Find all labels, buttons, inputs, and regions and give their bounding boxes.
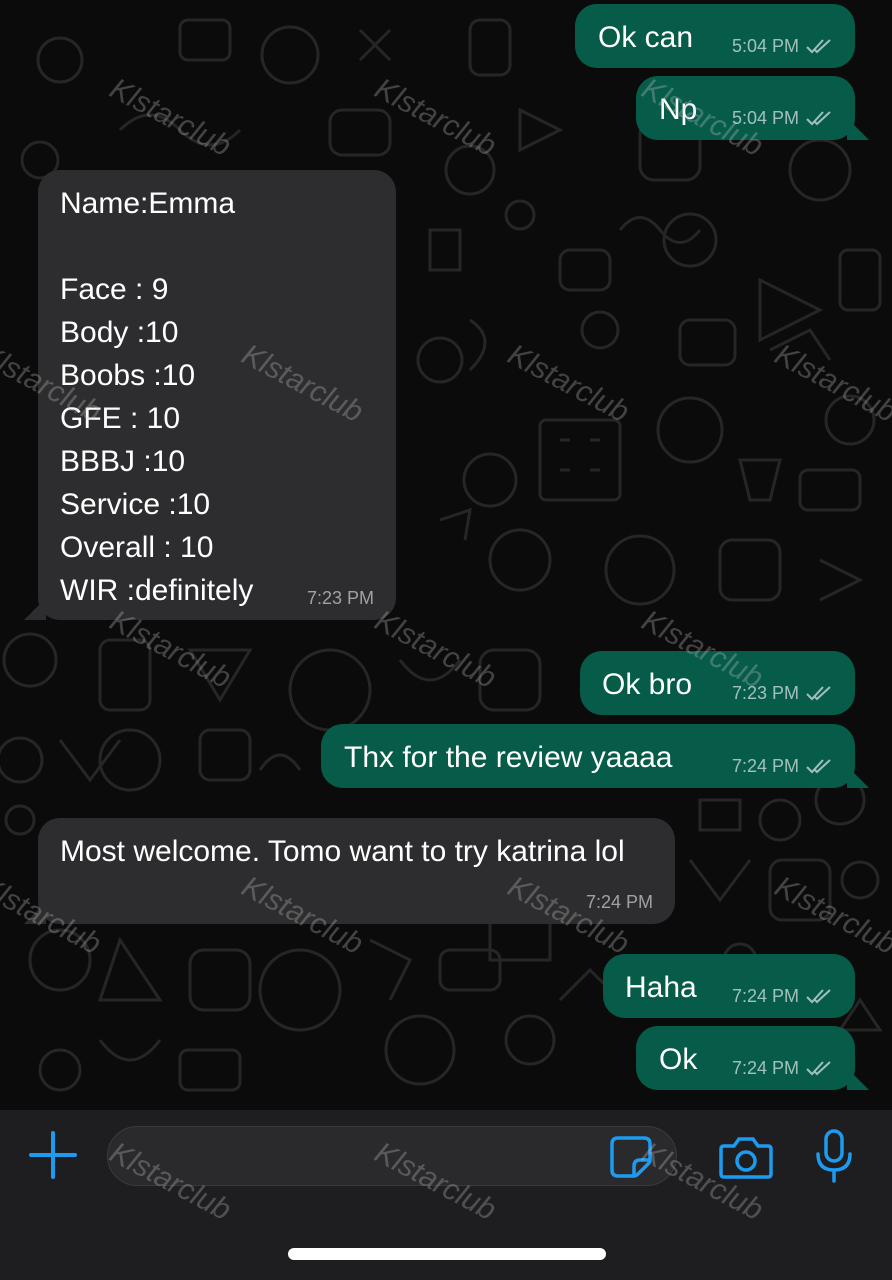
double-check-icon xyxy=(806,759,831,774)
message-bubble-outgoing[interactable]: Np 5:04 PM xyxy=(636,76,869,140)
bubble-tail xyxy=(847,1068,869,1090)
microphone-icon[interactable] xyxy=(814,1128,854,1184)
message-time: 7:24 PM xyxy=(585,892,653,912)
message-bubble-incoming[interactable]: Name:Emma Face : 9 Body :10 Boobs :10 GF… xyxy=(24,170,396,620)
message-bubble-outgoing[interactable]: Haha 7:24 PM xyxy=(603,954,855,1018)
message-meta: 7:23 PM xyxy=(307,588,374,608)
message-time: 7:24 PM xyxy=(731,986,799,1006)
message-meta: 7:24 PM xyxy=(732,986,833,1006)
message-bubble-outgoing[interactable]: Thx for the review yaaaa 7:24 PM xyxy=(321,724,869,788)
message-time: 7:24 PM xyxy=(731,1058,799,1078)
watermark: Klstarclub xyxy=(104,72,237,163)
sticker-icon[interactable] xyxy=(608,1134,654,1180)
message-bubble-incoming[interactable]: Most welcome. Tomo want to try katrina l… xyxy=(24,818,675,924)
message-input[interactable] xyxy=(107,1126,677,1186)
plus-icon[interactable] xyxy=(26,1128,80,1182)
message-meta: 7:23 PM xyxy=(732,683,833,703)
message-time: 7:23 PM xyxy=(306,588,374,608)
double-check-icon xyxy=(806,111,831,126)
bubble-tail xyxy=(24,598,46,620)
message-meta: 7:24 PM xyxy=(586,892,653,912)
double-check-icon xyxy=(806,39,831,54)
watermark: Klstarclub xyxy=(369,72,502,163)
message-time: 7:23 PM xyxy=(731,683,799,703)
watermark: Klstarclub xyxy=(369,604,502,695)
bubble-tail xyxy=(24,902,46,924)
chat-thread[interactable]: Ok can 5:04 PM Np 5:04 PM Name:Emma Face… xyxy=(0,0,892,1110)
watermark: Klstarclub xyxy=(502,338,635,429)
message-bubble-outgoing[interactable]: Ok bro 7:23 PM xyxy=(580,651,855,715)
message-meta: 5:04 PM xyxy=(732,108,833,128)
message-meta: 5:04 PM xyxy=(732,36,833,56)
message-bubble-outgoing[interactable]: Ok 7:24 PM xyxy=(636,1026,869,1090)
message-text: Most welcome. Tomo want to try katrina l… xyxy=(60,835,625,868)
message-time: 5:04 PM xyxy=(731,108,799,128)
camera-icon[interactable] xyxy=(718,1134,774,1180)
double-check-icon xyxy=(806,686,831,701)
message-text: Name:Emma Face : 9 Body :10 Boobs :10 GF… xyxy=(60,187,254,607)
double-check-icon xyxy=(806,989,831,1004)
bubble-tail xyxy=(847,766,869,788)
message-meta: 7:24 PM xyxy=(732,1058,833,1078)
message-time: 7:24 PM xyxy=(731,756,799,776)
watermark: Klstarclub xyxy=(769,870,892,961)
double-check-icon xyxy=(806,1061,831,1076)
home-indicator[interactable] xyxy=(288,1248,606,1260)
message-meta: 7:24 PM xyxy=(732,756,833,776)
message-bubble-outgoing[interactable]: Ok can 5:04 PM xyxy=(575,4,855,68)
bubble-tail xyxy=(847,118,869,140)
message-time: 5:04 PM xyxy=(731,36,799,56)
watermark: Klstarclub xyxy=(769,338,892,429)
